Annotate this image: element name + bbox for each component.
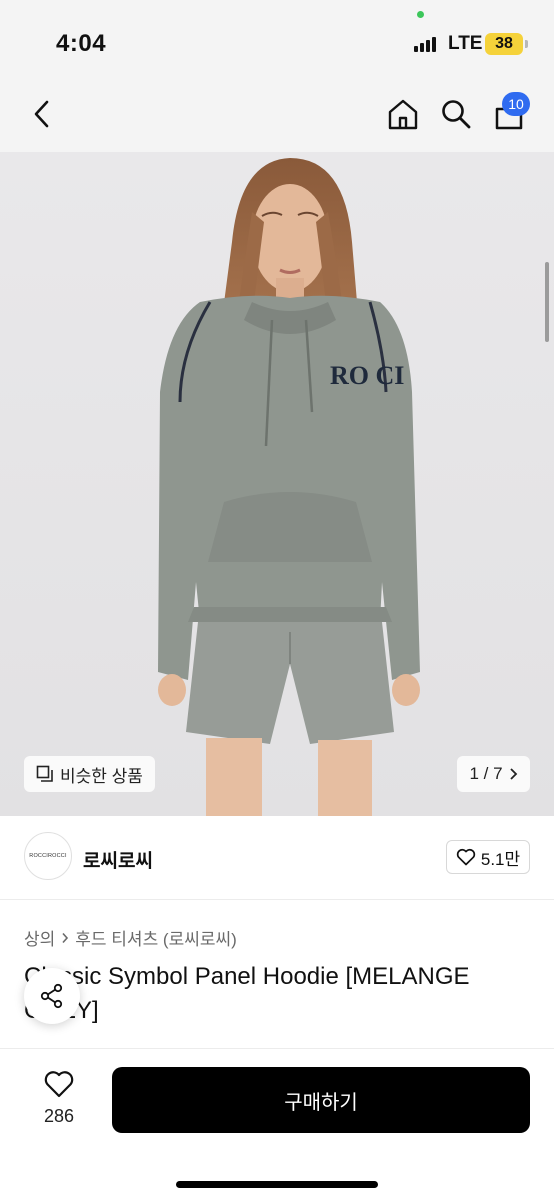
- status-time: 4:04: [56, 30, 107, 57]
- home-indicator: [176, 1181, 378, 1188]
- heart-icon: [456, 848, 476, 866]
- category-level-1[interactable]: 상의: [24, 925, 55, 950]
- similar-icon: [36, 765, 53, 782]
- shop-logo[interactable]: ROCCIROCCI: [24, 832, 72, 880]
- battery-tip: [525, 40, 528, 48]
- shop-like-button[interactable]: 5.1만: [446, 840, 530, 874]
- bottom-action-bar: 286 구매하기: [0, 1048, 554, 1200]
- shop-name[interactable]: 로씨로씨: [83, 846, 153, 873]
- home-button[interactable]: [383, 94, 423, 134]
- product-title: Classic Symbol Panel Hoodie [MELANGE GRE…: [24, 963, 470, 1024]
- search-button[interactable]: [436, 94, 476, 134]
- wishlist-button[interactable]: 286: [30, 1069, 88, 1127]
- chevron-right-icon: [62, 932, 69, 943]
- home-icon: [388, 99, 418, 130]
- top-nav: [0, 82, 554, 152]
- page-counter-text: 1 / 7: [469, 764, 503, 783]
- share-button[interactable]: [24, 968, 80, 1024]
- back-button[interactable]: [22, 94, 62, 134]
- scroll-indicator: [545, 262, 549, 342]
- chevron-right-icon: [509, 768, 517, 780]
- wishlist-count: 286: [43, 1106, 75, 1126]
- image-page-counter[interactable]: 1 / 7: [457, 756, 530, 792]
- share-icon: [40, 983, 63, 1009]
- buy-button[interactable]: 구매하기: [112, 1067, 530, 1133]
- signal-icon: [414, 36, 440, 52]
- product-image-carousel[interactable]: RO CI 비슷한 상품 1 / 7: [0, 152, 554, 816]
- heart-icon: [44, 1071, 74, 1098]
- back-icon: [34, 100, 49, 128]
- search-icon: [442, 100, 471, 129]
- cart-count-badge: 10: [502, 92, 530, 116]
- status-bar: 4:04 LTE 38: [0, 0, 554, 82]
- similar-products-label: 비슷한 상품: [60, 766, 143, 786]
- network-type: LTE: [448, 33, 483, 54]
- category-breadcrumb: 상의 후드 티셔츠 (로씨로씨): [24, 925, 237, 950]
- category-level-2[interactable]: 후드 티셔츠 (로씨로씨): [75, 925, 237, 950]
- product-photo: RO CI: [0, 152, 554, 816]
- chest-logo: RO CI: [330, 361, 404, 390]
- similar-products-button[interactable]: 비슷한 상품: [24, 756, 155, 792]
- shop-like-count: 5.1만: [480, 849, 521, 869]
- battery-level: 38: [485, 33, 523, 55]
- camera-indicator: [417, 11, 424, 18]
- shop-info-row: ROCCIROCCI 로씨로씨 5.1만: [0, 816, 554, 900]
